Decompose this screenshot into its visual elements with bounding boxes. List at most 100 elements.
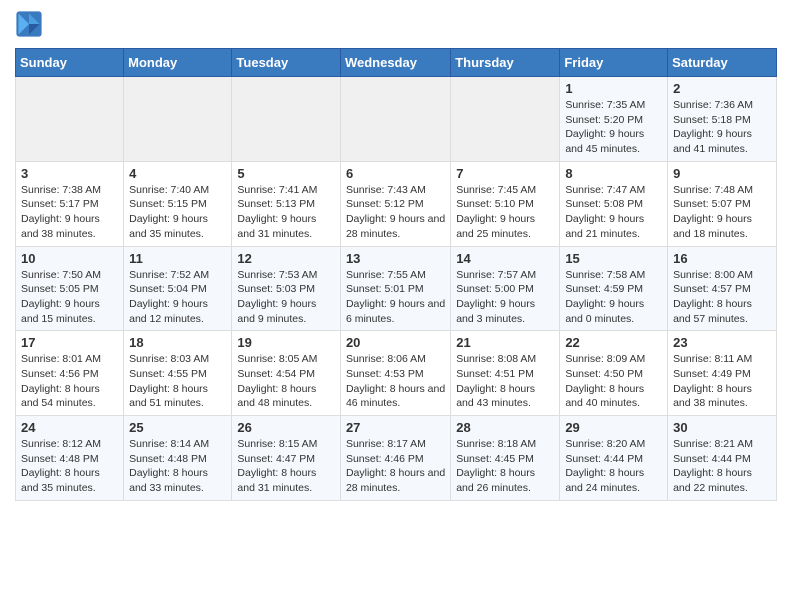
day-number: 25 <box>129 420 226 435</box>
day-number: 23 <box>673 335 771 350</box>
calendar-cell <box>124 77 232 162</box>
calendar-cell: 26 Sunrise: 8:15 AM Sunset: 4:47 PM Dayli… <box>232 416 341 501</box>
calendar-cell: 30 Sunrise: 8:21 AM Sunset: 4:44 PM Dayli… <box>668 416 777 501</box>
day-number: 4 <box>129 166 226 181</box>
calendar-cell: 21 Sunrise: 8:08 AM Sunset: 4:51 PM Dayli… <box>451 331 560 416</box>
day-info: Sunrise: 7:38 AM Sunset: 5:17 PM Dayligh… <box>21 183 118 242</box>
calendar-header: SundayMondayTuesdayWednesdayThursdayFrid… <box>16 49 777 77</box>
day-info: Sunrise: 7:36 AM Sunset: 5:18 PM Dayligh… <box>673 98 771 157</box>
calendar-cell: 13 Sunrise: 7:55 AM Sunset: 5:01 PM Dayli… <box>340 246 450 331</box>
calendar-cell <box>340 77 450 162</box>
day-info: Sunrise: 8:12 AM Sunset: 4:48 PM Dayligh… <box>21 437 118 496</box>
day-number: 28 <box>456 420 554 435</box>
day-number: 17 <box>21 335 118 350</box>
day-number: 26 <box>237 420 335 435</box>
calendar-cell: 28 Sunrise: 8:18 AM Sunset: 4:45 PM Dayli… <box>451 416 560 501</box>
day-number: 12 <box>237 251 335 266</box>
calendar-body: 1 Sunrise: 7:35 AM Sunset: 5:20 PM Daylig… <box>16 77 777 501</box>
calendar-week-4: 17 Sunrise: 8:01 AM Sunset: 4:56 PM Dayli… <box>16 331 777 416</box>
calendar-week-3: 10 Sunrise: 7:50 AM Sunset: 5:05 PM Dayli… <box>16 246 777 331</box>
day-info: Sunrise: 8:00 AM Sunset: 4:57 PM Dayligh… <box>673 268 771 327</box>
calendar-cell: 11Sunrise: 7:52 AM Sunset: 5:04 PM Dayli… <box>124 246 232 331</box>
day-info: Sunrise: 8:15 AM Sunset: 4:47 PM Dayligh… <box>237 437 335 496</box>
day-info: Sunrise: 7:47 AM Sunset: 5:08 PM Dayligh… <box>565 183 662 242</box>
day-info: Sunrise: 7:53 AM Sunset: 5:03 PM Dayligh… <box>237 268 335 327</box>
day-info: Sunrise: 8:08 AM Sunset: 4:51 PM Dayligh… <box>456 352 554 411</box>
day-info: Sunrise: 7:55 AM Sunset: 5:01 PM Dayligh… <box>346 268 445 327</box>
weekday-header-wednesday: Wednesday <box>340 49 450 77</box>
day-number: 14 <box>456 251 554 266</box>
day-info: Sunrise: 7:40 AM Sunset: 5:15 PM Dayligh… <box>129 183 226 242</box>
calendar-cell: 18 Sunrise: 8:03 AM Sunset: 4:55 PM Dayli… <box>124 331 232 416</box>
day-number: 9 <box>673 166 771 181</box>
day-number: 1 <box>565 81 662 96</box>
day-info: Sunrise: 8:11 AM Sunset: 4:49 PM Dayligh… <box>673 352 771 411</box>
calendar-cell <box>451 77 560 162</box>
day-info: Sunrise: 8:09 AM Sunset: 4:50 PM Dayligh… <box>565 352 662 411</box>
day-info: Sunrise: 8:17 AM Sunset: 4:46 PM Dayligh… <box>346 437 445 496</box>
calendar-cell <box>232 77 341 162</box>
calendar-cell: 22 Sunrise: 8:09 AM Sunset: 4:50 PM Dayli… <box>560 331 668 416</box>
day-info: Sunrise: 7:43 AM Sunset: 5:12 PM Dayligh… <box>346 183 445 242</box>
calendar-cell: 15Sunrise: 7:58 AM Sunset: 4:59 PM Dayli… <box>560 246 668 331</box>
calendar-cell: 7 Sunrise: 7:45 AM Sunset: 5:10 PM Daylig… <box>451 161 560 246</box>
day-info: Sunrise: 8:06 AM Sunset: 4:53 PM Dayligh… <box>346 352 445 411</box>
calendar-table: SundayMondayTuesdayWednesdayThursdayFrid… <box>15 48 777 501</box>
day-info: Sunrise: 7:41 AM Sunset: 5:13 PM Dayligh… <box>237 183 335 242</box>
calendar-cell: 5 Sunrise: 7:41 AM Sunset: 5:13 PM Daylig… <box>232 161 341 246</box>
day-info: Sunrise: 7:45 AM Sunset: 5:10 PM Dayligh… <box>456 183 554 242</box>
calendar-cell: 12 Sunrise: 7:53 AM Sunset: 5:03 PM Dayli… <box>232 246 341 331</box>
day-number: 19 <box>237 335 335 350</box>
day-number: 21 <box>456 335 554 350</box>
day-number: 5 <box>237 166 335 181</box>
day-number: 30 <box>673 420 771 435</box>
day-number: 6 <box>346 166 445 181</box>
day-info: Sunrise: 7:35 AM Sunset: 5:20 PM Dayligh… <box>565 98 662 157</box>
day-info: Sunrise: 8:20 AM Sunset: 4:44 PM Dayligh… <box>565 437 662 496</box>
day-number: 10 <box>21 251 118 266</box>
day-number: 13 <box>346 251 445 266</box>
calendar-cell: 14Sunrise: 7:57 AM Sunset: 5:00 PM Dayli… <box>451 246 560 331</box>
day-number: 8 <box>565 166 662 181</box>
day-number: 7 <box>456 166 554 181</box>
weekday-header-friday: Friday <box>560 49 668 77</box>
logo-icon <box>15 10 43 38</box>
calendar-cell: 24Sunrise: 8:12 AM Sunset: 4:48 PM Dayli… <box>16 416 124 501</box>
day-number: 16 <box>673 251 771 266</box>
calendar-cell: 1 Sunrise: 7:35 AM Sunset: 5:20 PM Daylig… <box>560 77 668 162</box>
calendar-cell: 6 Sunrise: 7:43 AM Sunset: 5:12 PM Daylig… <box>340 161 450 246</box>
day-info: Sunrise: 8:18 AM Sunset: 4:45 PM Dayligh… <box>456 437 554 496</box>
calendar-cell: 4 Sunrise: 7:40 AM Sunset: 5:15 PM Daylig… <box>124 161 232 246</box>
day-info: Sunrise: 8:03 AM Sunset: 4:55 PM Dayligh… <box>129 352 226 411</box>
weekday-header-tuesday: Tuesday <box>232 49 341 77</box>
calendar-week-5: 24Sunrise: 8:12 AM Sunset: 4:48 PM Dayli… <box>16 416 777 501</box>
day-number: 29 <box>565 420 662 435</box>
page-container: SundayMondayTuesdayWednesdayThursdayFrid… <box>0 0 792 511</box>
day-info: Sunrise: 8:01 AM Sunset: 4:56 PM Dayligh… <box>21 352 118 411</box>
calendar-week-1: 1 Sunrise: 7:35 AM Sunset: 5:20 PM Daylig… <box>16 77 777 162</box>
calendar-cell: 29 Sunrise: 8:20 AM Sunset: 4:44 PM Dayli… <box>560 416 668 501</box>
weekday-header-thursday: Thursday <box>451 49 560 77</box>
weekday-header-monday: Monday <box>124 49 232 77</box>
day-number: 20 <box>346 335 445 350</box>
calendar-cell: 3Sunrise: 7:38 AM Sunset: 5:17 PM Daylig… <box>16 161 124 246</box>
calendar-cell: 19Sunrise: 8:05 AM Sunset: 4:54 PM Dayli… <box>232 331 341 416</box>
day-info: Sunrise: 8:21 AM Sunset: 4:44 PM Dayligh… <box>673 437 771 496</box>
page-header <box>15 10 777 38</box>
day-number: 22 <box>565 335 662 350</box>
calendar-cell <box>16 77 124 162</box>
day-info: Sunrise: 7:50 AM Sunset: 5:05 PM Dayligh… <box>21 268 118 327</box>
day-number: 27 <box>346 420 445 435</box>
weekday-row: SundayMondayTuesdayWednesdayThursdayFrid… <box>16 49 777 77</box>
logo <box>15 10 45 38</box>
day-info: Sunrise: 7:58 AM Sunset: 4:59 PM Dayligh… <box>565 268 662 327</box>
calendar-cell: 8 Sunrise: 7:47 AM Sunset: 5:08 PM Daylig… <box>560 161 668 246</box>
day-number: 2 <box>673 81 771 96</box>
weekday-header-sunday: Sunday <box>16 49 124 77</box>
calendar-cell: 2 Sunrise: 7:36 AM Sunset: 5:18 PM Daylig… <box>668 77 777 162</box>
calendar-cell: 16 Sunrise: 8:00 AM Sunset: 4:57 PM Dayli… <box>668 246 777 331</box>
calendar-cell: 17 Sunrise: 8:01 AM Sunset: 4:56 PM Dayli… <box>16 331 124 416</box>
day-number: 18 <box>129 335 226 350</box>
day-number: 11 <box>129 251 226 266</box>
calendar-cell: 20 Sunrise: 8:06 AM Sunset: 4:53 PM Dayli… <box>340 331 450 416</box>
